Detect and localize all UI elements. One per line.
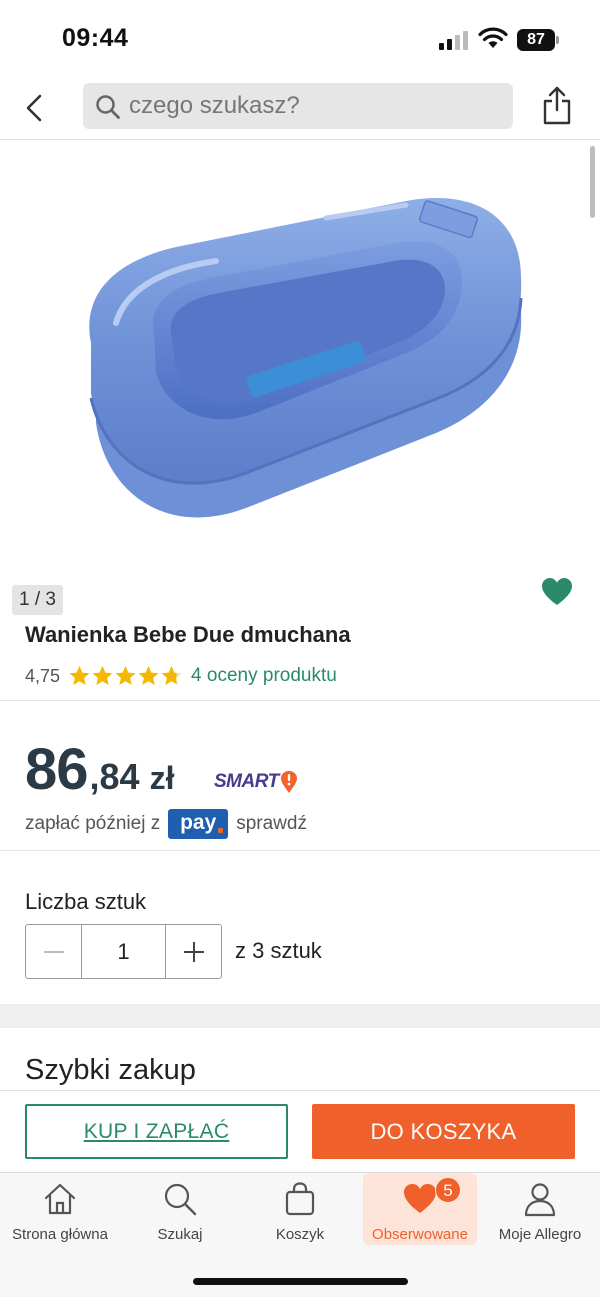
quick-buy-title: Szybki zakup	[25, 1054, 196, 1086]
ratings-link[interactable]: 4 oceny produktu	[191, 665, 337, 687]
favorite-heart-icon[interactable]	[541, 577, 573, 607]
top-bar	[0, 78, 600, 140]
price: 86 ,84 zł	[25, 736, 174, 803]
wifi-icon	[478, 27, 508, 48]
smart-label: SMART	[214, 771, 279, 792]
watched-count-badge: 5	[435, 1177, 461, 1203]
smart-pin-icon	[280, 771, 297, 793]
home-indicator	[193, 1278, 408, 1285]
bag-icon	[285, 1182, 315, 1216]
user-icon	[524, 1183, 556, 1217]
tab-my-allegro[interactable]: Moje Allegro	[480, 1173, 600, 1245]
status-time: 09:44	[62, 24, 129, 52]
tab-cart[interactable]: Koszyk	[240, 1173, 360, 1245]
product-gallery[interactable]	[0, 141, 600, 581]
battery-icon: 87	[517, 29, 559, 51]
price-currency: zł	[149, 760, 175, 796]
price-integer: 86	[25, 737, 89, 802]
allegro-pay-logo: pay	[168, 809, 229, 839]
search-icon	[164, 1183, 197, 1216]
quantity-label: Liczba sztuk	[25, 889, 147, 914]
minus-icon	[43, 950, 64, 953]
rating-stars	[68, 665, 183, 687]
pay-later-text: zapłać później z	[25, 813, 161, 834]
cellular-signal-icon	[439, 31, 468, 50]
heart-icon	[404, 1184, 436, 1213]
status-bar: 09:44 87	[0, 0, 600, 78]
home-icon	[44, 1183, 76, 1215]
product-image[interactable]	[76, 173, 526, 543]
quantity-stepper: 1	[25, 924, 222, 979]
tab-home-label: Strona główna	[12, 1226, 108, 1243]
product-title: Wanienka Bebe Due dmuchana	[25, 622, 351, 647]
star-icon	[161, 666, 182, 685]
page-scrollbar[interactable]	[590, 146, 595, 218]
decrease-button[interactable]	[26, 925, 81, 978]
tab-search[interactable]: Szukaj	[120, 1173, 240, 1245]
image-counter: 1 / 3	[12, 585, 63, 615]
quantity-input[interactable]: 1	[81, 925, 166, 978]
rating-value: 4,75	[25, 665, 61, 686]
share-icon[interactable]	[540, 84, 574, 126]
buy-and-pay-button[interactable]: KUP I ZAPŁAĆ	[25, 1104, 288, 1159]
back-arrow-icon[interactable]	[18, 88, 52, 128]
pay-later-row: zapłać później z pay sprawdź	[25, 808, 307, 840]
star-icon	[138, 666, 159, 685]
tab-home[interactable]: Strona główna	[0, 1173, 120, 1245]
action-bar: KUP I ZAPŁAĆ DO KOSZYKA	[0, 1090, 600, 1172]
search-icon	[96, 95, 120, 119]
rating-row: 4,75 4 oceny produktu	[25, 663, 337, 689]
divider	[0, 700, 600, 701]
quantity-available: z 3 sztuk	[235, 938, 322, 963]
search-bar[interactable]	[83, 83, 513, 129]
tab-watched-label: Obserwowane	[372, 1226, 468, 1243]
section-separator	[0, 1004, 600, 1028]
star-icon	[115, 666, 136, 685]
search-input[interactable]	[129, 83, 499, 129]
tab-my-allegro-label: Moje Allegro	[498, 1226, 582, 1243]
add-to-cart-button[interactable]: DO KOSZYKA	[312, 1104, 575, 1159]
battery-level: 87	[517, 29, 555, 51]
plus-icon	[183, 941, 204, 962]
pay-later-link[interactable]: sprawdź	[236, 813, 307, 835]
star-icon	[69, 666, 90, 685]
star-icon	[92, 666, 113, 685]
smart-badge[interactable]: SMART	[214, 768, 298, 796]
tab-watched[interactable]: 5 Obserwowane	[363, 1173, 477, 1245]
tab-cart-label: Koszyk	[275, 1226, 325, 1243]
increase-button[interactable]	[166, 925, 221, 978]
price-decimal: ,84	[89, 756, 140, 797]
divider	[0, 850, 600, 851]
tab-search-label: Szukaj	[157, 1226, 203, 1243]
